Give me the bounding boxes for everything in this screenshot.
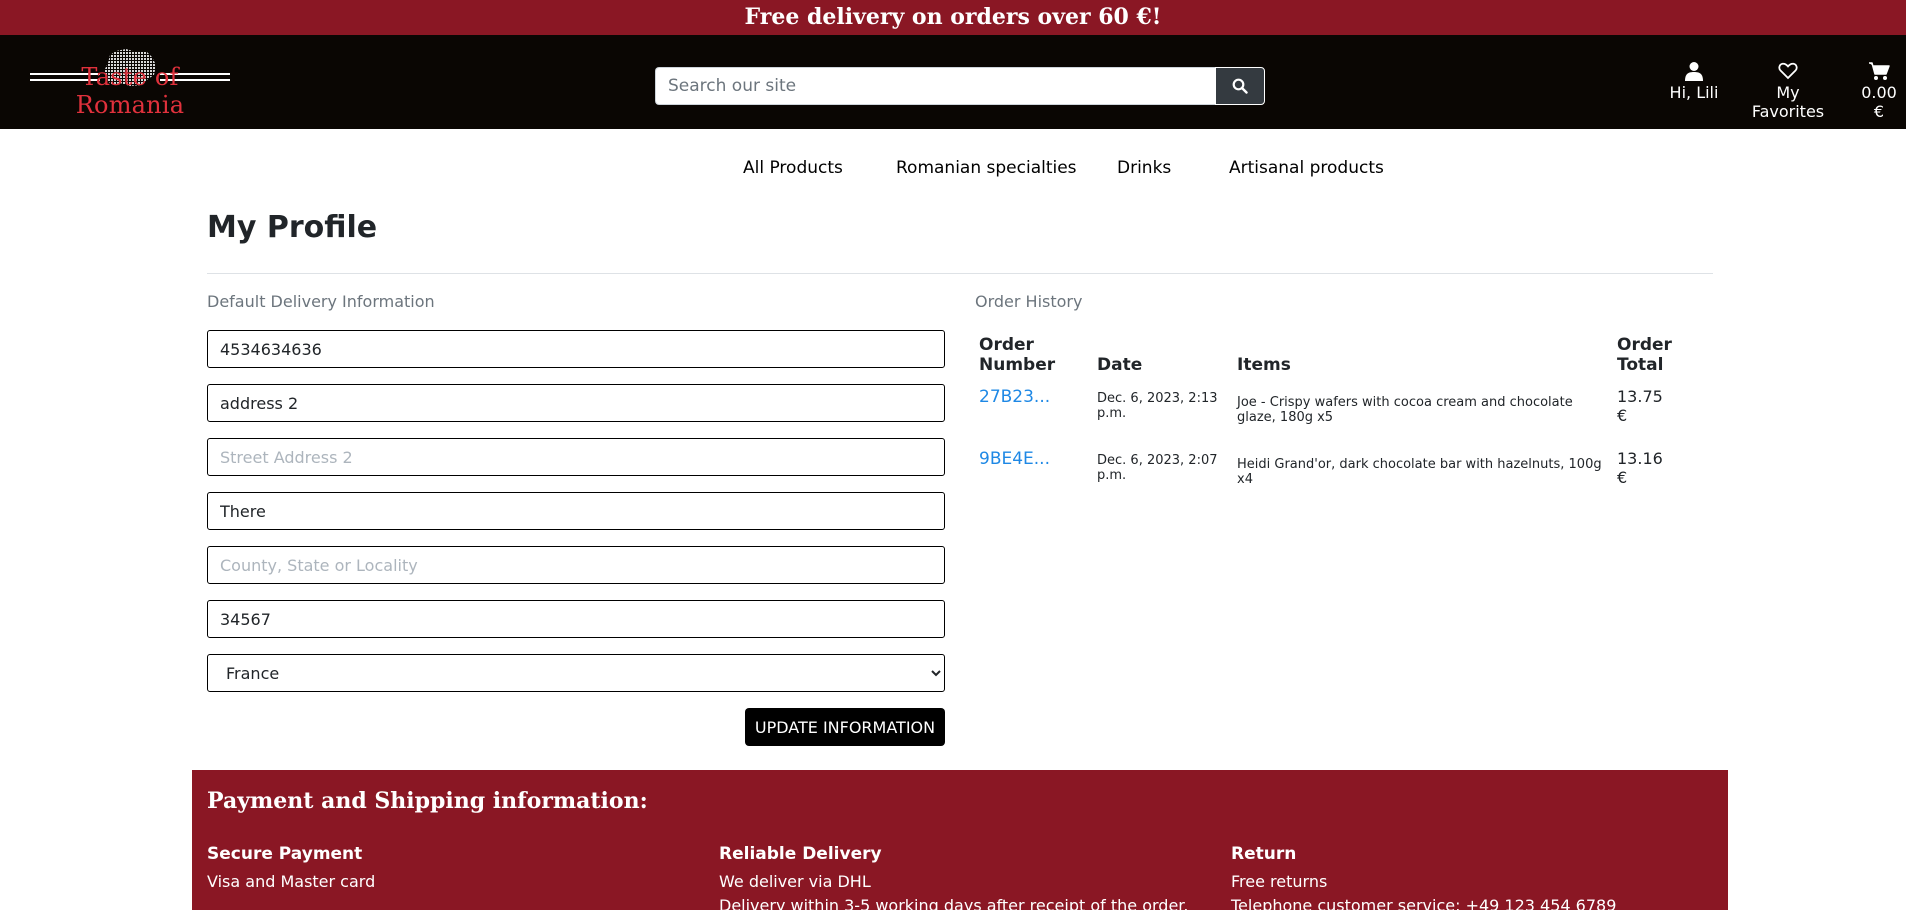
cart-link[interactable]: 0.00 € (1854, 61, 1904, 121)
payment-shipping-footer: Payment and Shipping information: Secure… (192, 770, 1728, 910)
table-row: 27B23... Dec. 6, 2023, 2:13 p.m. Joe - C… (975, 381, 1680, 443)
column-header-date: Date (1097, 355, 1143, 375)
order-history-heading: Order History (975, 292, 1083, 311)
site-header: Taste of Romania Hi, Lili My Favorites 0… (0, 35, 1906, 129)
user-icon (1685, 62, 1703, 81)
search-input[interactable] (655, 67, 1215, 105)
footer-text: Delivery within 3-5 working days after r… (719, 896, 1189, 910)
page-title: My Profile (207, 210, 378, 245)
footer-text: Telephone customer service: +49 123 454 … (1231, 896, 1617, 910)
account-label: Hi, Lili (1669, 83, 1719, 102)
order-number-link[interactable]: 27B23... (979, 387, 1050, 407)
footer-heading: Reliable Delivery (719, 844, 882, 864)
logo-text: Taste of Romania (75, 63, 185, 119)
nav-drinks[interactable]: Drinks (1117, 158, 1171, 178)
order-number-link[interactable]: 9BE4E... (979, 449, 1050, 469)
footer-column-return: Return Free returns Telephone customer s… (1231, 842, 1731, 910)
footer-text: Visa and Master card (207, 872, 376, 891)
order-history-table: Order Number Date Items Order Total 27B23.… (975, 335, 1680, 505)
table-header-row: Order Number Date Items Order Total (975, 335, 1680, 381)
site-logo[interactable]: Taste of Romania (30, 49, 230, 119)
footer-heading: Secure Payment (207, 844, 363, 864)
cart-total: 0.00 € (1861, 83, 1897, 121)
account-link[interactable]: Hi, Lili (1664, 61, 1724, 102)
search-button[interactable] (1215, 67, 1265, 105)
footer-text: Free returns (1231, 872, 1328, 891)
nav-all-products[interactable]: All Products (743, 158, 843, 178)
order-date: Dec. 6, 2023, 2:13 p.m. (1097, 391, 1218, 421)
free-delivery-banner: Free delivery on orders over 60 €! (0, 0, 1906, 35)
cart-icon (1869, 62, 1890, 80)
street-address-1-field[interactable] (207, 384, 945, 422)
site-search (655, 67, 1265, 105)
phone-field[interactable] (207, 330, 945, 368)
order-items: Heidi Grand'or, dark chocolate bar with … (1237, 457, 1602, 487)
footer-heading: Return (1231, 844, 1297, 864)
delivery-heading: Default Delivery Information (207, 292, 435, 311)
order-date: Dec. 6, 2023, 2:07 p.m. (1097, 453, 1218, 483)
favorites-link[interactable]: My Favorites (1738, 61, 1838, 121)
column-header-order-number: Order Number (979, 335, 1056, 375)
update-information-button[interactable]: UPDATE INFORMATION (745, 708, 945, 746)
footer-column-delivery: Reliable Delivery We deliver via DHL Del… (719, 842, 1219, 910)
search-icon (1232, 78, 1248, 94)
favorites-label: My Favorites (1751, 83, 1825, 121)
heart-icon (1778, 62, 1798, 80)
column-header-order-total: Order Total (1617, 335, 1672, 375)
nav-artisanal-products[interactable]: Artisanal products (1229, 158, 1384, 178)
footer-title: Payment and Shipping information: (207, 788, 648, 814)
order-total: 13.75 € (1617, 387, 1663, 425)
postcode-field[interactable] (207, 600, 945, 638)
county-field[interactable] (207, 546, 945, 584)
divider (207, 273, 1713, 274)
order-total: 13.16 € (1617, 449, 1663, 487)
town-field[interactable] (207, 492, 945, 530)
order-items: Joe - Crispy wafers with cocoa cream and… (1237, 395, 1573, 425)
column-header-items: Items (1237, 355, 1291, 375)
nav-romanian-specialties[interactable]: Romanian specialties (896, 158, 1077, 178)
footer-text: We deliver via DHL (719, 872, 871, 891)
category-nav: All Products Romanian specialties Drinks… (0, 158, 1906, 182)
country-select[interactable]: France (207, 654, 945, 692)
table-row: 9BE4E... Dec. 6, 2023, 2:07 p.m. Heidi G… (975, 443, 1680, 505)
footer-column-payment: Secure Payment Visa and Master card (207, 842, 707, 894)
street-address-2-field[interactable] (207, 438, 945, 476)
